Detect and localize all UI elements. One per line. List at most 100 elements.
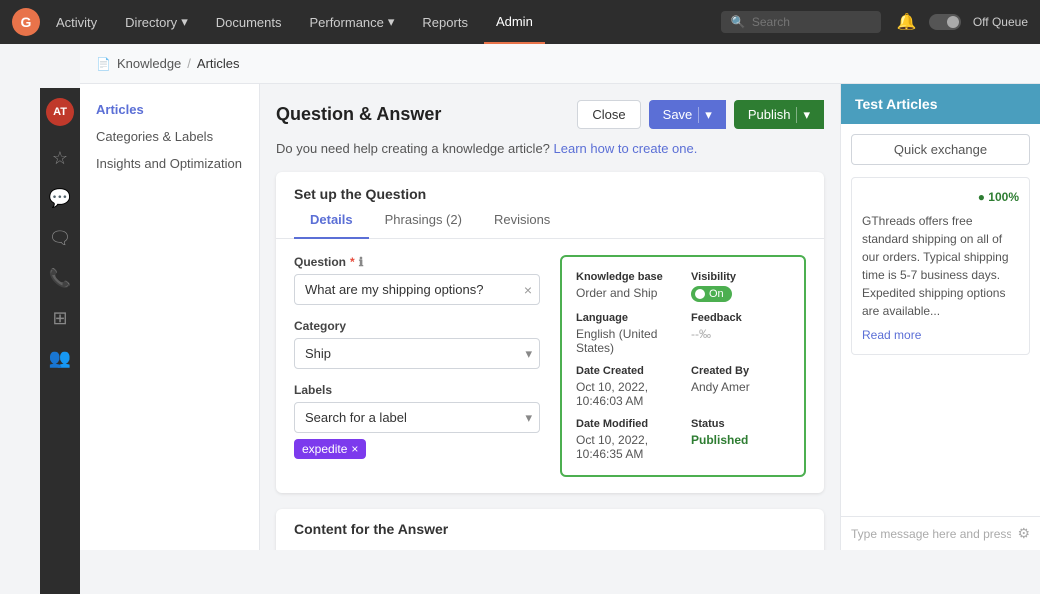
toggle-dot <box>695 289 705 299</box>
read-more-link[interactable]: Read more <box>862 326 1019 344</box>
visibility-toggle[interactable]: On <box>691 286 732 302</box>
knowledge-base-value: Order and Ship <box>576 286 675 300</box>
required-indicator: * <box>350 255 355 269</box>
question-input-wrapper: × <box>294 274 540 305</box>
chat-bubble-icon[interactable]: 🗨 <box>44 222 76 254</box>
info-grid: Knowledge base Order and Ship Visibility <box>576 271 790 461</box>
labels-label: Labels <box>294 383 540 397</box>
language-value: English (United States) <box>576 327 675 355</box>
match-card: ● 100% GThreads offers free standard shi… <box>851 177 1030 355</box>
top-nav: G Activity Directory ▾ Documents Perform… <box>0 0 1040 44</box>
close-button[interactable]: Close <box>577 100 640 129</box>
form-left: Question * ℹ × Category <box>294 255 540 477</box>
info-knowledge-base: Knowledge base Order and Ship <box>576 271 675 302</box>
tab-details[interactable]: Details <box>294 202 369 239</box>
nav-activity[interactable]: Activity <box>44 0 109 44</box>
info-visibility: Visibility On <box>691 271 790 302</box>
match-percent: ● 100% <box>862 188 1019 206</box>
form-row: Question * ℹ × Category <box>294 255 806 477</box>
search-input[interactable] <box>752 15 871 29</box>
nav-performance[interactable]: Performance ▾ <box>297 0 406 44</box>
publish-button[interactable]: Publish ▾ <box>734 100 824 129</box>
left-nav-categories[interactable]: Categories & Labels <box>80 123 259 150</box>
nav-directory[interactable]: Directory ▾ <box>113 0 200 44</box>
nav-documents[interactable]: Documents <box>204 0 294 44</box>
question-label: Question * ℹ <box>294 255 540 269</box>
nav-admin[interactable]: Admin <box>484 0 545 44</box>
header-actions: Close Save ▾ Publish ▾ <box>577 100 824 129</box>
category-label: Category <box>294 319 540 333</box>
tabs: Details Phrasings (2) Revisions <box>276 202 824 239</box>
breadcrumb-knowledge[interactable]: Knowledge <box>117 56 181 71</box>
chat-input[interactable] <box>851 527 1011 541</box>
info-date-modified: Date Modified Oct 10, 2022, 10:46:35 AM <box>576 418 675 461</box>
info-created-by: Created By Andy Amer <box>691 365 790 408</box>
status-toggle[interactable] <box>929 14 961 30</box>
user-avatar[interactable]: AT <box>46 98 74 126</box>
form-right: Knowledge base Order and Ship Visibility <box>560 255 806 477</box>
main-layout: AT ☆ 💬 🗨 📞 ⊞ 👥 📄 Knowledge / Articles Ar… <box>40 44 1040 550</box>
info-icon: ℹ <box>359 255 364 269</box>
breadcrumb-articles: Articles <box>197 56 240 71</box>
phone-icon[interactable]: 📞 <box>44 262 76 294</box>
center-panel: Question & Answer Close Save ▾ Publish ▾… <box>260 84 840 550</box>
answer-section-title: Content for the Answer <box>276 509 824 549</box>
people-icon[interactable]: 👥 <box>44 342 76 374</box>
info-date-created: Date Created Oct 10, 2022, 10:46:03 AM <box>576 365 675 408</box>
right-panel: Test Articles Quick exchange ● 100% GThr… <box>840 84 1040 550</box>
save-button[interactable]: Save ▾ <box>649 100 726 129</box>
visibility-value: On <box>691 286 790 302</box>
left-nav-panel: Articles Categories & Labels Insights an… <box>80 84 260 550</box>
star-icon[interactable]: ☆ <box>44 142 76 174</box>
left-nav-articles[interactable]: Articles <box>80 96 259 123</box>
left-sidebar: AT ☆ 💬 🗨 📞 ⊞ 👥 <box>40 88 80 594</box>
content-area: Articles Categories & Labels Insights an… <box>80 84 1040 550</box>
expedite-tag: expedite × <box>294 439 366 459</box>
bell-icon[interactable]: 🔔 <box>897 12 917 32</box>
search-icon: 🔍 <box>731 15 746 29</box>
right-panel-body: Quick exchange ● 100% GThreads offers fr… <box>841 124 1040 516</box>
labels-select[interactable]: Search for a label <box>294 402 540 433</box>
clear-input-icon[interactable]: × <box>524 282 532 298</box>
breadcrumb-icon: 📄 <box>96 57 111 71</box>
tab-phrasings[interactable]: Phrasings (2) <box>369 202 478 239</box>
right-panel-footer: ⚙ <box>841 516 1040 550</box>
created-by-value: Andy Amer <box>691 380 790 394</box>
create-article-link[interactable]: Learn how to create one. <box>554 141 698 156</box>
tag-label: expedite <box>302 442 347 456</box>
category-select-wrapper: Ship ▾ <box>294 338 540 369</box>
save-dropdown-arrow[interactable]: ▾ <box>698 107 712 123</box>
tag-remove-icon[interactable]: × <box>351 442 358 456</box>
info-status: Status Published <box>691 418 790 461</box>
feedback-value: --‰ <box>691 327 790 341</box>
left-nav-insights[interactable]: Insights and Optimization <box>80 150 259 177</box>
setup-section-title: Set up the Question <box>276 172 824 202</box>
nav-reports[interactable]: Reports <box>410 0 480 44</box>
search-bar: 🔍 <box>721 11 881 33</box>
quick-exchange-button[interactable]: Quick exchange <box>851 134 1030 165</box>
grid-icon[interactable]: ⊞ <box>44 302 76 334</box>
chevron-down-icon: ▾ <box>388 14 395 30</box>
date-created-value: Oct 10, 2022, 10:46:03 AM <box>576 380 675 408</box>
match-text: GThreads offers free standard shipping o… <box>862 212 1019 320</box>
publish-dropdown-arrow[interactable]: ▾ <box>796 107 810 123</box>
question-input[interactable] <box>294 274 540 305</box>
category-select[interactable]: Ship <box>294 338 540 369</box>
page-title: Question & Answer <box>276 104 441 125</box>
chat-settings-icon[interactable]: ⚙ <box>1017 525 1030 542</box>
info-panel: Knowledge base Order and Ship Visibility <box>560 255 806 477</box>
tab-revisions[interactable]: Revisions <box>478 202 566 239</box>
logo-icon[interactable]: G <box>12 8 40 36</box>
setup-question-card: Set up the Question Details Phrasings (2… <box>276 172 824 493</box>
answer-card: Content for the Answer B I U ≡ ☰ 🖼 ⊞ 🔗 G… <box>276 509 824 550</box>
status-value: Published <box>691 433 790 447</box>
page-subtitle: Do you need help creating a knowledge ar… <box>276 141 824 156</box>
right-panel-header: Test Articles <box>841 84 1040 124</box>
category-group: Category Ship ▾ <box>294 319 540 369</box>
chat-icon[interactable]: 💬 <box>44 182 76 214</box>
top-nav-right: 🔔 Off Queue <box>897 12 1028 32</box>
chevron-down-icon: ▾ <box>181 14 188 30</box>
page-header: Question & Answer Close Save ▾ Publish ▾ <box>276 100 824 129</box>
form-area: Question * ℹ × Category <box>276 239 824 493</box>
breadcrumb: 📄 Knowledge / Articles <box>80 44 1040 84</box>
